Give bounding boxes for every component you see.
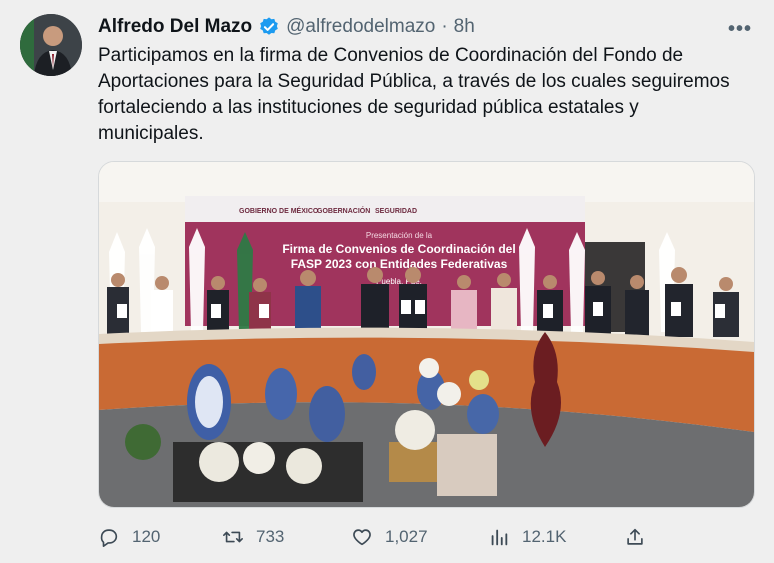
retweet-button[interactable]: 733 <box>222 526 284 548</box>
separator-dot: · <box>441 16 448 37</box>
logo-mexico: GOBIERNO DE MÉXICO <box>239 206 319 215</box>
reply-count: 120 <box>132 527 161 546</box>
verified-badge-icon <box>258 16 280 38</box>
retweet-icon <box>223 531 243 543</box>
share-icon <box>627 528 643 545</box>
tweet-text: Participamos en la firma de Convenios de… <box>98 45 730 144</box>
like-button[interactable]: 1,027 <box>351 526 428 548</box>
tweet-actions: 120 733 1,027 12.1K <box>98 520 658 554</box>
tweet-photo[interactable]: GOBIERNO DE MÉXICO GOBERNACIÓN SEGURIDAD… <box>98 161 755 508</box>
banner-title-line-1: Firma de Convenios de Coordinación del <box>282 242 515 256</box>
retweet-count: 733 <box>256 527 285 546</box>
author-name[interactable]: Alfredo Del Mazo <box>98 16 252 38</box>
like-count: 1,027 <box>385 527 428 546</box>
share-button[interactable] <box>624 526 646 548</box>
views-button[interactable]: 12.1K <box>488 526 566 548</box>
banner-kicker: Presentación de la <box>366 231 433 240</box>
banner-title-line-2: FASP 2023 con Entidades Federativas <box>291 257 508 271</box>
heart-icon <box>353 529 371 546</box>
views-chart-icon <box>491 529 508 546</box>
logo-gobernacion: GOBERNACIÓN <box>317 206 370 215</box>
author-handle[interactable]: @alfredodelmazo <box>286 16 435 38</box>
views-count: 12.1K <box>522 527 567 546</box>
tweet-header: Alfredo Del Mazo @alfredodelmazo · 8h <box>98 14 475 40</box>
timestamp[interactable]: 8h <box>454 16 475 38</box>
reply-icon <box>100 529 118 547</box>
more-options-icon[interactable]: ••• <box>728 18 752 41</box>
avatar[interactable] <box>20 14 82 76</box>
reply-button[interactable]: 120 <box>98 526 160 548</box>
tweet: Alfredo Del Mazo @alfredodelmazo · 8h ••… <box>0 0 774 563</box>
logo-seguridad: SEGURIDAD <box>375 208 417 215</box>
